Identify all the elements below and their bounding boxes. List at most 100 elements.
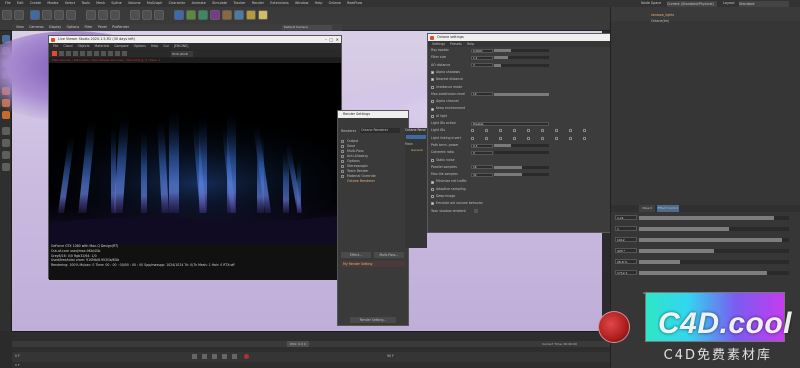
prev-frame-icon[interactable]: [202, 354, 207, 359]
subdivision-icon[interactable]: [198, 10, 208, 20]
os-menu-help[interactable]: Help: [467, 41, 474, 47]
rs-item-octane-renderer[interactable]: Octane Renderer: [341, 179, 375, 184]
tweak-mode-icon[interactable]: [2, 139, 10, 147]
attribute-slider[interactable]: [639, 237, 789, 242]
light-id-checkbox[interactable]: [513, 136, 516, 140]
light-id-checkbox[interactable]: [527, 129, 530, 133]
menu-help[interactable]: Help: [315, 0, 323, 7]
attribute-value-field[interactable]: 1712.1: [615, 270, 637, 275]
restart-icon[interactable]: [59, 51, 64, 56]
render-picture-viewer-icon[interactable]: [142, 10, 152, 20]
menu-extensions[interactable]: Extensions: [270, 0, 288, 7]
floor-icon[interactable]: [234, 10, 244, 20]
light-id-checkbox[interactable]: [555, 136, 558, 140]
os-checkbox[interactable]: [431, 158, 434, 162]
menu-animate[interactable]: Animate: [192, 0, 206, 7]
os-value-field[interactable]: 0: [471, 150, 493, 155]
os-value-field[interactable]: 32: [471, 172, 493, 177]
os-menu-presets[interactable]: Presets: [450, 41, 462, 47]
play-icon[interactable]: [212, 354, 217, 359]
octane-renderer-tab[interactable]: [406, 135, 426, 139]
colorspace-select[interactable]: HDR sRGB: [171, 50, 193, 57]
stop-icon[interactable]: [73, 51, 78, 56]
timeline-ruler[interactable]: POS: 0.0 0 Current Time: 00:00:00: [12, 341, 610, 347]
object-pick-icon[interactable]: [115, 51, 120, 56]
light-id-checkbox[interactable]: [485, 136, 488, 140]
go-to-end-icon[interactable]: [232, 354, 237, 359]
region-icon[interactable]: [87, 51, 92, 56]
menu-create[interactable]: Create: [30, 0, 41, 7]
attribute-slider[interactable]: [639, 270, 789, 275]
redo-icon[interactable]: [14, 10, 24, 20]
os-value-field[interactable]: 16: [471, 165, 493, 170]
record-icon[interactable]: [244, 354, 249, 359]
attribute-value-field[interactable]: 1.21: [615, 215, 637, 220]
cube-icon[interactable]: [174, 10, 184, 20]
menu-select[interactable]: Select: [65, 0, 75, 7]
tab-effect-control[interactable]: Effect Control: [657, 205, 679, 212]
menu-volume[interactable]: Volume: [128, 0, 141, 7]
os-checkbox[interactable]: [431, 85, 434, 89]
light-icon[interactable]: [258, 10, 268, 20]
rotate-tool-icon[interactable]: [66, 10, 76, 20]
light-id-checkbox[interactable]: [499, 129, 502, 133]
attribute-slider[interactable]: [639, 248, 789, 253]
menu-realflow[interactable]: RealFlow: [347, 0, 362, 7]
light-id-checkbox[interactable]: [555, 129, 558, 133]
os-checkbox[interactable]: [431, 202, 434, 206]
os-value-field[interactable]: 3: [471, 63, 493, 68]
scale-tool-icon[interactable]: [54, 10, 64, 20]
lock-icon[interactable]: [80, 51, 85, 56]
layout-select[interactable]: Standard: [739, 0, 789, 7]
os-checkbox[interactable]: [431, 180, 434, 184]
os-checkbox[interactable]: [431, 107, 434, 111]
os-checkbox[interactable]: [431, 78, 434, 82]
viewport-menu-display[interactable]: Display: [49, 24, 61, 31]
attribute-slider[interactable]: [639, 215, 789, 220]
material-pick-icon[interactable]: [108, 51, 113, 56]
os-checkbox[interactable]: [431, 71, 434, 75]
next-frame-icon[interactable]: [222, 354, 227, 359]
os-checkbox[interactable]: [431, 195, 434, 199]
viewport-camera-label[interactable]: Default Camera: [282, 25, 332, 30]
viewport-menu-cameras[interactable]: Cameras: [29, 24, 44, 31]
os-slider[interactable]: [494, 49, 549, 53]
light-id-checkbox[interactable]: [583, 129, 586, 133]
select-tool-icon[interactable]: [30, 10, 40, 20]
cloner-icon[interactable]: [210, 10, 220, 20]
frame-start[interactable]: 0 F: [15, 354, 20, 358]
object-item[interactable]: Octane(tm): [651, 19, 669, 23]
light-id-checkbox[interactable]: [471, 129, 474, 133]
os-slider[interactable]: [494, 165, 549, 169]
os-slider[interactable]: [494, 151, 549, 155]
os-checkbox[interactable]: [431, 187, 434, 191]
attribute-value-field[interactable]: 1012: [615, 237, 637, 242]
attribute-value-field[interactable]: 26.8 %: [615, 259, 637, 264]
window-controls[interactable]: – □ ✕: [325, 36, 339, 43]
os-menu-settings[interactable]: Settings: [432, 41, 445, 47]
polygons-mode-icon[interactable]: [2, 111, 10, 119]
viewport-menu-panel[interactable]: Panel: [98, 24, 107, 31]
menu-mograph[interactable]: MoGraph: [147, 0, 162, 7]
render-setting-button[interactable]: Render Setting...: [350, 317, 396, 323]
os-slider[interactable]: [494, 56, 549, 60]
menu-tools[interactable]: Tools: [81, 0, 89, 7]
light-id-checkbox[interactable]: [541, 136, 544, 140]
os-slider[interactable]: [494, 92, 549, 96]
light-id-checkbox[interactable]: [541, 129, 544, 133]
menu-spline[interactable]: Spline: [111, 0, 121, 7]
axis-mode-icon[interactable]: [2, 127, 10, 135]
viewport-menu-prorender[interactable]: ProRender: [112, 24, 129, 31]
os-value-field[interactable]: 10: [471, 92, 493, 97]
menu-window[interactable]: Window: [295, 0, 308, 7]
light-id-checkbox[interactable]: [569, 136, 572, 140]
render-view-icon[interactable]: [130, 10, 140, 20]
snap-icon[interactable]: [2, 151, 10, 159]
attribute-slider[interactable]: [639, 259, 789, 264]
x-axis-icon[interactable]: [86, 10, 96, 20]
object-name[interactable]: rainbow_lights: [651, 13, 674, 17]
menu-modes[interactable]: Modes: [47, 0, 58, 7]
multipass-button[interactable]: Multi-Pass...: [374, 252, 404, 258]
os-slider[interactable]: [494, 63, 549, 67]
z-axis-icon[interactable]: [110, 10, 120, 20]
